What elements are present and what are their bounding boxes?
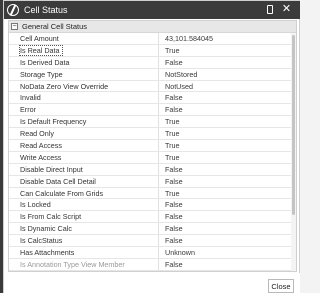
dialog-footer: Close [4, 273, 300, 293]
property-value: False [165, 176, 183, 186]
property-row[interactable]: NoData Zero View Override NotUsed [9, 80, 296, 93]
property-name-text: Write Access [20, 152, 62, 162]
property-name: Is Annotation Type View Member [9, 258, 159, 270]
property-value: False [165, 57, 183, 67]
property-name: Disable Data Cell Detail [9, 175, 159, 187]
property-row[interactable]: Disable Data Cell Detail False [9, 175, 296, 188]
cell-status-dialog: Cell Status ✕ − General Cell Status Cell… [3, 0, 300, 293]
property-row[interactable]: Is Default Frequency True [9, 116, 296, 129]
vertical-scrollbar[interactable] [291, 33, 296, 271]
property-row[interactable]: Is CalcStatus False [9, 235, 296, 248]
property-value: True [165, 188, 180, 198]
property-row[interactable]: Can Calculate From Grids True [9, 187, 296, 200]
property-row[interactable]: Invalid False [9, 92, 296, 105]
property-name: Is Default Frequency [9, 116, 159, 128]
property-row[interactable]: Storage Type NotStored [9, 68, 296, 81]
property-name-text: Storage Type [20, 69, 63, 79]
property-name-text: Invalid [20, 93, 41, 103]
property-value: True [165, 45, 180, 55]
property-value: False [165, 259, 183, 269]
property-value: False [165, 212, 183, 222]
property-name: Invalid [9, 92, 159, 104]
property-row[interactable]: Read Only True [9, 128, 296, 141]
property-name-text: Disable Direct Input [20, 164, 83, 174]
property-name-text: Is CalcStatus [20, 236, 63, 246]
property-row[interactable]: Write Access True [9, 151, 296, 164]
property-value: 43,101.584045 [165, 33, 213, 43]
section-header[interactable]: − General Cell Status [9, 21, 296, 33]
property-name-text: Read Access [20, 140, 62, 150]
window-title: Cell Status [24, 5, 68, 15]
property-value: True [165, 152, 180, 162]
property-name: Read Only [9, 128, 159, 140]
property-name-text: Is From Calc Script [20, 212, 82, 222]
property-name: Is CalcStatus [9, 235, 159, 247]
property-name: Is Real Data [9, 44, 159, 56]
close-button[interactable]: Close [268, 279, 294, 293]
property-name-text: Is Dynamic Calc [20, 224, 72, 234]
property-row[interactable]: Cell Amount 43,101.584045 [9, 33, 296, 45]
property-value: False [165, 93, 183, 103]
maximize-icon[interactable] [264, 4, 275, 15]
property-row[interactable]: Is Dynamic Calc False [9, 223, 296, 236]
property-name: NoData Zero View Override [9, 80, 159, 92]
property-name: Is Locked [9, 199, 159, 211]
property-name: Write Access [9, 151, 159, 163]
property-row[interactable]: Read Access True [9, 140, 296, 152]
property-row[interactable]: Is From Calc Script False [9, 211, 296, 224]
section-title: General Cell Status [22, 22, 88, 31]
property-value: False [165, 236, 183, 246]
property-name-text: Is Real Data [19, 44, 63, 56]
property-name-text: Cell Amount [20, 33, 59, 43]
property-name-text: Is Derived Data [20, 57, 70, 67]
property-rows: Cell Amount 43,101.584045 Is Real Data True… [9, 33, 296, 271]
property-value: False [165, 200, 183, 210]
property-name-text: NoData Zero View Override [20, 81, 109, 91]
property-name: Error [9, 104, 159, 116]
property-row[interactable]: Disable Direct Input False [9, 163, 296, 176]
property-value: False [165, 105, 183, 115]
property-name: Is From Calc Script [9, 211, 159, 223]
property-value: True [165, 140, 180, 150]
property-name-text: Is Annotation Type View Member [20, 259, 125, 269]
property-name-text: Is Default Frequency [20, 117, 87, 127]
property-value: True [165, 117, 180, 127]
property-value: NotUsed [165, 81, 193, 91]
property-name-text: Has Attachments [20, 247, 75, 257]
property-row[interactable]: Is Locked False [9, 199, 296, 212]
property-value: False [165, 164, 183, 174]
property-name: Disable Direct Input [9, 163, 159, 175]
property-row[interactable]: Is Real Data True [9, 44, 296, 57]
property-value: True [165, 129, 180, 139]
property-name: Is Derived Data [9, 56, 159, 68]
property-name-text: Read Only [20, 129, 54, 139]
property-value: NotStored [165, 69, 198, 79]
property-row[interactable]: Is Annotation Type View Member False [9, 258, 296, 271]
property-name: Read Access [9, 140, 159, 151]
property-row[interactable]: Is Derived Data False [9, 56, 296, 69]
title-bar[interactable]: Cell Status ✕ [4, 1, 300, 19]
property-name: Can Calculate From Grids [9, 187, 159, 199]
property-name: Is Dynamic Calc [9, 223, 159, 235]
close-icon[interactable]: ✕ [281, 4, 292, 15]
property-row[interactable]: Error False [9, 104, 296, 117]
property-name-text: Error [20, 105, 36, 115]
property-row[interactable]: Has Attachments Unknown [9, 247, 296, 259]
property-name: Has Attachments [9, 247, 159, 258]
property-name-text: Is Locked [20, 200, 51, 210]
scrollbar-thumb[interactable] [292, 35, 295, 215]
property-grid: − General Cell Status Cell Amount 43,101.… [8, 20, 297, 272]
property-name-text: Can Calculate From Grids [20, 188, 104, 198]
property-name: Storage Type [9, 68, 159, 80]
app-logo-icon [7, 4, 19, 16]
collapse-toggle-icon[interactable]: − [11, 23, 18, 30]
property-value: Unknown [165, 247, 195, 257]
property-name: Cell Amount [9, 33, 159, 44]
property-value: False [165, 224, 183, 234]
property-name-text: Disable Data Cell Detail [20, 176, 96, 186]
